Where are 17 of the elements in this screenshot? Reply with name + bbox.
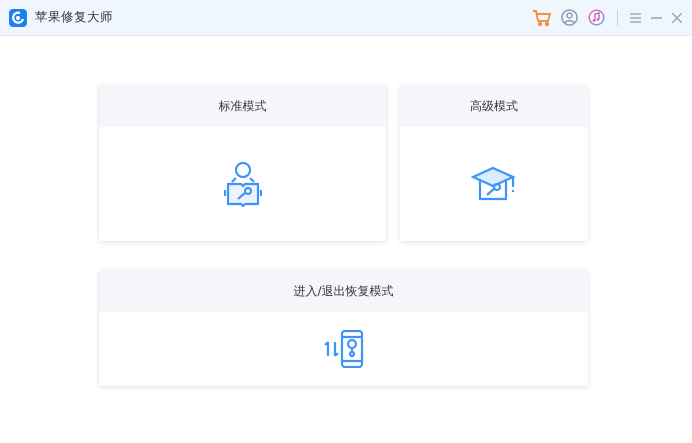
mode-title: 进入/退出恢复模式 — [99, 270, 588, 312]
graduation-cap-icon — [471, 165, 517, 203]
menu-icon[interactable] — [630, 12, 641, 22]
cart-icon[interactable] — [533, 10, 551, 26]
reader-wrench-icon — [224, 161, 262, 207]
app-logo-icon — [9, 8, 27, 26]
mode-title: 标准模式 — [99, 85, 386, 127]
mode-card[interactable]: 进入/退出恢复模式 — [99, 270, 588, 386]
minimize-icon[interactable] — [651, 16, 662, 18]
user-icon[interactable] — [561, 9, 578, 26]
window-title: 苹果修复大师 — [35, 9, 114, 26]
close-icon[interactable] — [672, 12, 682, 22]
mode-title: 高级模式 — [400, 85, 588, 127]
music-note-icon[interactable] — [588, 9, 605, 26]
phone-recovery-icon — [324, 330, 364, 368]
mode-card[interactable]: 标准模式 — [99, 85, 386, 241]
mode-card[interactable]: 高级模式 — [400, 85, 588, 241]
